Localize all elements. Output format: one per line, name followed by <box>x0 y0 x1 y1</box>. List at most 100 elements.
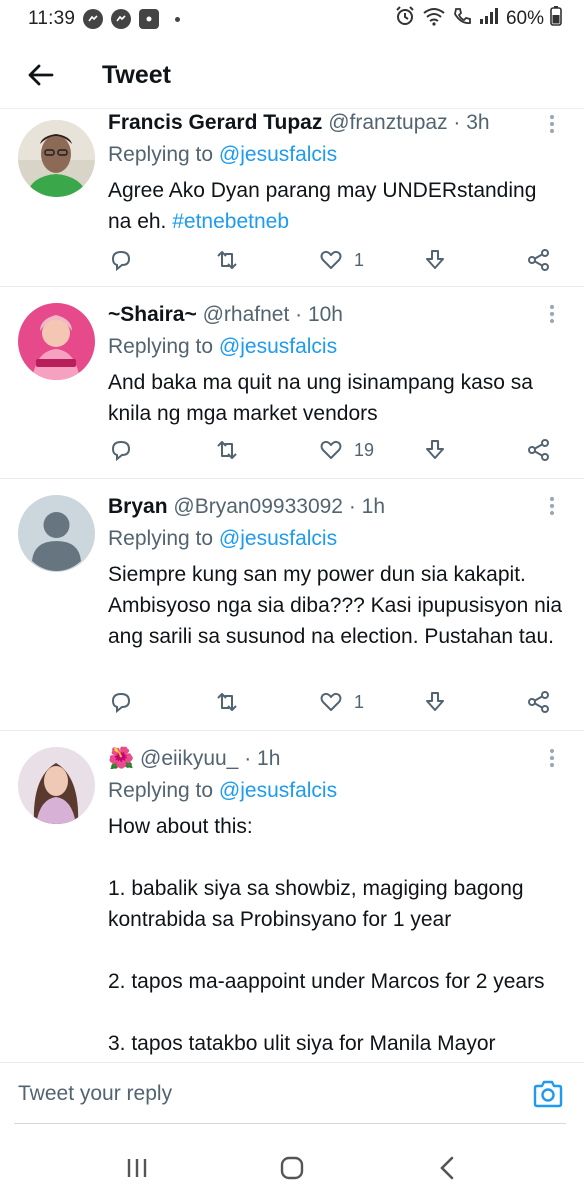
tweet-time: · 1h <box>348 495 386 518</box>
download-icon <box>426 692 444 711</box>
notification-dot-icon <box>175 16 181 22</box>
more-options-button[interactable] <box>542 745 562 771</box>
author-handle[interactable]: @franztupaz <box>328 111 447 134</box>
replying-to: Replying to @jesusfalcis <box>108 333 564 361</box>
retweet-button[interactable] <box>214 689 250 715</box>
avatar[interactable] <box>18 495 95 572</box>
bookmark-button[interactable] <box>422 689 448 715</box>
share-icon <box>528 691 549 713</box>
heart-icon <box>320 692 342 711</box>
alarm-icon <box>394 5 416 33</box>
mention-link[interactable]: @jesusfalcis <box>219 335 337 358</box>
back-button[interactable] <box>12 47 68 103</box>
mention-link[interactable]: @jesusfalcis <box>219 779 337 802</box>
system-nav-bar <box>0 1136 584 1200</box>
avatar[interactable] <box>18 747 95 824</box>
home-button[interactable] <box>262 1143 322 1193</box>
camera-button[interactable] <box>530 1076 566 1112</box>
tweet-time: · 3h <box>453 111 490 134</box>
call-icon <box>452 6 472 32</box>
tweet-item[interactable]: 🌺 @eiikyuu_ · 1h Replying to @jesusfalci… <box>0 731 584 1060</box>
chevron-left-icon <box>439 1156 453 1180</box>
bookmark-button[interactable] <box>422 247 448 273</box>
tweet-text: And baka ma quit na ung isinampang kaso … <box>108 371 533 425</box>
recent-apps-icon <box>128 1159 147 1177</box>
author-handle[interactable]: @Bryan09933092 <box>173 495 343 518</box>
like-count: 1 <box>354 691 365 712</box>
recent-apps-button[interactable] <box>107 1143 167 1193</box>
tweet-actions: 1 <box>108 685 558 719</box>
replying-to: Replying to @jesusfalcis <box>108 777 564 805</box>
gallery-icon <box>139 9 160 29</box>
tweet-item[interactable]: Bryan @Bryan09933092 · 1h Replying to @j… <box>0 479 584 731</box>
tweet-header: Francis Gerard Tupaz @franztupaz · 3h <box>108 109 564 139</box>
replying-to-label: Replying to <box>108 335 219 358</box>
author-handle[interactable]: @eiikyuu_ <box>140 747 238 770</box>
reply-icon <box>111 692 131 714</box>
mention-link[interactable]: @jesusfalcis <box>219 527 337 550</box>
reply-input[interactable] <box>18 1081 530 1106</box>
author-name[interactable]: ~Shaira~ <box>108 303 197 326</box>
reply-button[interactable] <box>108 247 144 273</box>
camera-icon <box>533 1080 563 1107</box>
author-name[interactable]: Francis Gerard Tupaz <box>108 111 322 134</box>
messenger-icon <box>83 9 104 29</box>
heart-icon <box>320 250 342 269</box>
reply-divider <box>14 1123 566 1124</box>
like-count: 19 <box>354 439 375 460</box>
arrow-left-icon <box>28 64 54 86</box>
share-button[interactable] <box>526 247 552 273</box>
home-icon <box>280 1156 304 1180</box>
page-title: Tweet <box>102 60 171 89</box>
tweet-time: · 1h <box>244 747 281 770</box>
replying-to-label: Replying to <box>108 779 219 802</box>
more-options-button[interactable] <box>542 301 562 327</box>
tweet-text: Siempre kung san my power dun sia kakapi… <box>108 563 563 648</box>
system-back-button[interactable] <box>417 1143 477 1193</box>
retweet-icon <box>217 251 237 269</box>
retweet-icon <box>217 693 237 711</box>
download-icon <box>426 250 444 269</box>
like-button[interactable]: 1 <box>318 247 364 273</box>
replies-feed[interactable]: Francis Gerard Tupaz @franztupaz · 3h Re… <box>0 108 584 1060</box>
like-count: 1 <box>354 249 365 270</box>
like-button[interactable]: 19 <box>318 437 374 463</box>
battery-level: 60% <box>505 8 544 29</box>
retweet-button[interactable] <box>214 437 250 463</box>
replying-to: Replying to @jesusfalcis <box>108 141 564 169</box>
more-options-button[interactable] <box>542 493 562 519</box>
status-bar: 11:39 60% <box>0 0 584 38</box>
reply-button[interactable] <box>108 437 144 463</box>
avatar[interactable] <box>18 303 95 380</box>
hashtag-link[interactable]: #etnebetneb <box>172 210 289 233</box>
tweet-item[interactable]: ~Shaira~ @rhafnet · 10h Replying to @jes… <box>0 287 584 479</box>
tweet-text: How about this: 1. babalik siya sa showb… <box>108 815 545 1055</box>
battery-icon <box>550 6 562 32</box>
author-name[interactable]: 🌺 <box>108 747 134 770</box>
heart-icon <box>320 440 342 459</box>
mention-link[interactable]: @jesusfalcis <box>219 143 337 166</box>
tweet-header: 🌺 @eiikyuu_ · 1h <box>108 745 564 775</box>
tweet-actions: 1 <box>108 243 558 277</box>
tweet-item[interactable]: Francis Gerard Tupaz @franztupaz · 3h Re… <box>0 109 584 287</box>
reply-icon <box>111 250 131 272</box>
reply-composer <box>0 1062 584 1124</box>
share-button[interactable] <box>526 437 552 463</box>
tweet-text: Agree Ako Dyan parang may UNDERstanding … <box>108 175 564 237</box>
share-button[interactable] <box>526 689 552 715</box>
reply-button[interactable] <box>108 689 144 715</box>
replying-to-label: Replying to <box>108 143 219 166</box>
retweet-button[interactable] <box>214 247 250 273</box>
tweet-time: · 10h <box>295 303 343 326</box>
reply-icon <box>111 440 131 462</box>
retweet-icon <box>217 441 237 459</box>
avatar[interactable] <box>18 120 95 197</box>
like-button[interactable]: 1 <box>318 689 364 715</box>
author-handle[interactable]: @rhafnet <box>203 303 290 326</box>
signal-icon <box>478 7 500 31</box>
bookmark-button[interactable] <box>422 437 448 463</box>
app-header: Tweet <box>0 42 584 108</box>
author-name[interactable]: Bryan <box>108 495 168 518</box>
tweet-actions: 19 <box>108 433 558 467</box>
more-options-button[interactable] <box>542 111 562 137</box>
